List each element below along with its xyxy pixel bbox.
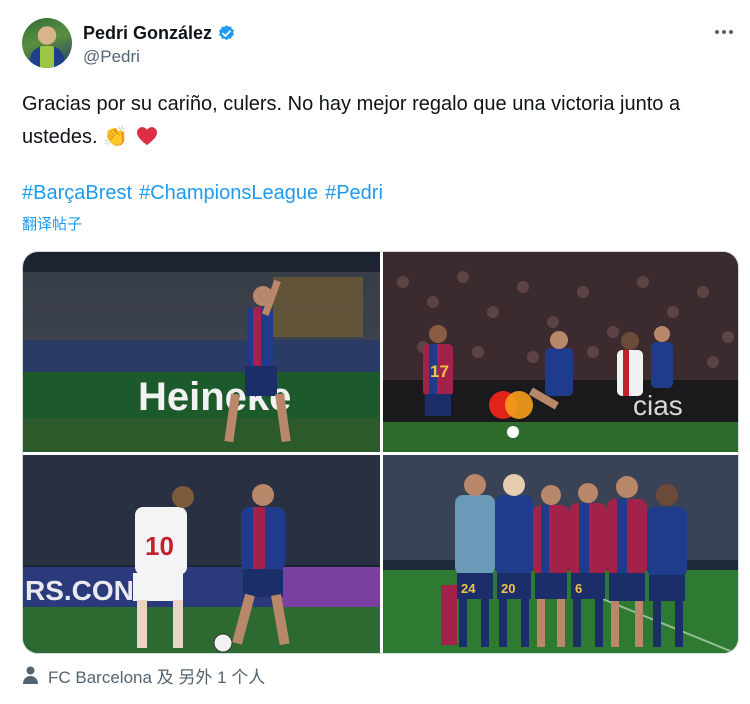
red-heart-emoji — [136, 127, 157, 146]
clapping-hands-emoji: 👏 — [103, 126, 129, 148]
hashtag-pedri[interactable]: #Pedri — [325, 182, 383, 204]
photo-2[interactable]: cias 17 — [383, 252, 738, 452]
media-grid: Heineke cias 17 RS.CON 10 24 20 6 — [22, 251, 739, 654]
photo-3-image: RS.CON 10 — [23, 455, 380, 653]
photo-2-image: cias 17 — [383, 252, 738, 452]
more-dot — [722, 30, 726, 34]
avatar[interactable] — [22, 18, 72, 68]
author-handle[interactable]: @Pedri — [83, 47, 140, 67]
more-dot — [729, 30, 733, 34]
tweet-text: Gracias por su cariño, culers. No hay me… — [22, 88, 737, 154]
translate-post-link[interactable]: 翻译帖子 — [22, 213, 82, 234]
avatar-shirt — [30, 46, 64, 68]
more-options-icon[interactable] — [710, 22, 738, 42]
photo-4[interactable]: 24 20 6 — [383, 455, 738, 653]
tagged-people[interactable]: FC Barcelona 及 另外 1 个人 — [22, 663, 265, 687]
hashtag-barcabrest[interactable]: #BarçaBrest — [22, 182, 132, 204]
hashtag-championsleague[interactable]: #ChampionsLeague — [139, 182, 318, 204]
person-icon — [23, 666, 38, 684]
photo-3-banner-text: RS.CON — [25, 575, 134, 606]
photo-4-jersey-number-a: 24 — [461, 581, 476, 596]
photo-4-jersey-number-b: 20 — [501, 581, 515, 596]
photo-2-jersey-number: 17 — [430, 362, 449, 381]
photo-4-jersey-number-c: 6 — [575, 581, 582, 596]
hashtags: #BarçaBrest #ChampionsLeague #Pedri — [22, 178, 390, 208]
tweet-card: Pedri González @Pedri Gracias por su car… — [0, 0, 750, 704]
author-name-row: Pedri González — [83, 21, 236, 45]
photo-3[interactable]: RS.CON 10 — [23, 455, 380, 653]
photo-1[interactable]: Heineke — [23, 252, 380, 452]
photo-1-image: Heineke — [23, 252, 380, 452]
photo-4-image: 24 20 6 — [383, 455, 738, 653]
verified-badge-icon — [219, 24, 235, 40]
tagged-people-label: FC Barcelona 及 另外 1 个人 — [48, 667, 266, 687]
more-dot — [715, 30, 719, 34]
author-display-name[interactable]: Pedri González — [83, 23, 212, 44]
photo-3-jersey-number: 10 — [145, 531, 174, 561]
